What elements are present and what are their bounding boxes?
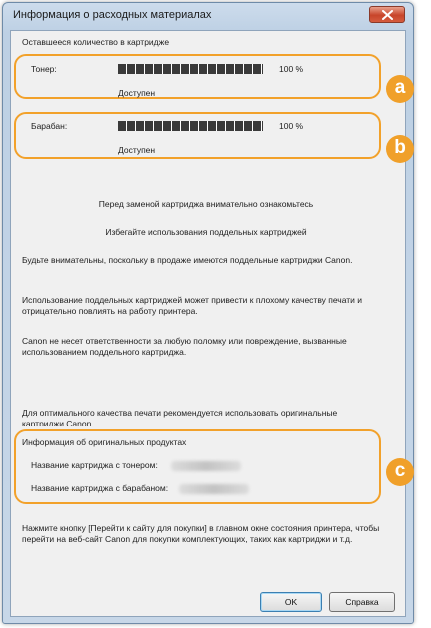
toner-name-value bbox=[171, 461, 241, 471]
close-button[interactable] bbox=[369, 6, 405, 23]
notice-heading-2: Избегайте использования поддельных картр… bbox=[105, 227, 307, 237]
dialog-window: Информация о расходных материалах Оставш… bbox=[2, 2, 414, 624]
toner-label: Тонер: bbox=[31, 64, 57, 74]
help-button[interactable]: Справка bbox=[329, 592, 395, 612]
callout-badge-c: c bbox=[386, 458, 414, 486]
toner-level-bar bbox=[118, 64, 263, 74]
toner-name-label: Название картриджа с тонером: bbox=[31, 460, 158, 470]
dialog-body: Оставшееся количество в картридже a Тоне… bbox=[10, 30, 414, 617]
drum-level-fill bbox=[118, 121, 263, 131]
cartridge-section-label: Оставшееся количество в картридже bbox=[22, 37, 170, 47]
close-icon bbox=[382, 10, 393, 20]
toner-status: Доступен bbox=[118, 88, 156, 98]
callout-badge-a: a bbox=[386, 75, 414, 103]
notice-paragraph-4: Для оптимального качества печати рекомен… bbox=[22, 408, 338, 426]
notice-paragraph-2: Использование поддельных картриджей може… bbox=[22, 295, 363, 316]
drum-level-bar bbox=[118, 121, 263, 131]
notice-paragraph-3: Canon не несет ответственности за любую … bbox=[22, 336, 347, 357]
title-bar[interactable]: Информация о расходных материалах bbox=[3, 3, 413, 29]
toner-percent: 100 % bbox=[279, 64, 304, 74]
drum-status: Доступен bbox=[118, 145, 156, 155]
product-info-label: Информация об оригинальных продуктах bbox=[22, 437, 187, 447]
toner-level-fill bbox=[118, 64, 263, 74]
callout-badge-b: b bbox=[386, 135, 414, 163]
callout-toner bbox=[14, 54, 381, 99]
notice-paragraph-1: Будьте внимательны, поскольку в продаже … bbox=[22, 255, 353, 265]
drum-label: Барабан: bbox=[31, 121, 68, 131]
drum-name-value bbox=[179, 484, 249, 494]
ok-button[interactable]: OK bbox=[260, 592, 322, 612]
notice-heading-1: Перед заменой картриджа внимательно озна… bbox=[98, 199, 314, 209]
window-title: Информация о расходных материалах bbox=[13, 9, 212, 21]
drum-percent: 100 % bbox=[279, 121, 304, 131]
drum-name-label: Название картриджа с барабаном: bbox=[31, 483, 169, 493]
footer-text: Нажмите кнопку [Перейти к сайту для поку… bbox=[22, 523, 380, 544]
callout-drum bbox=[14, 112, 381, 159]
